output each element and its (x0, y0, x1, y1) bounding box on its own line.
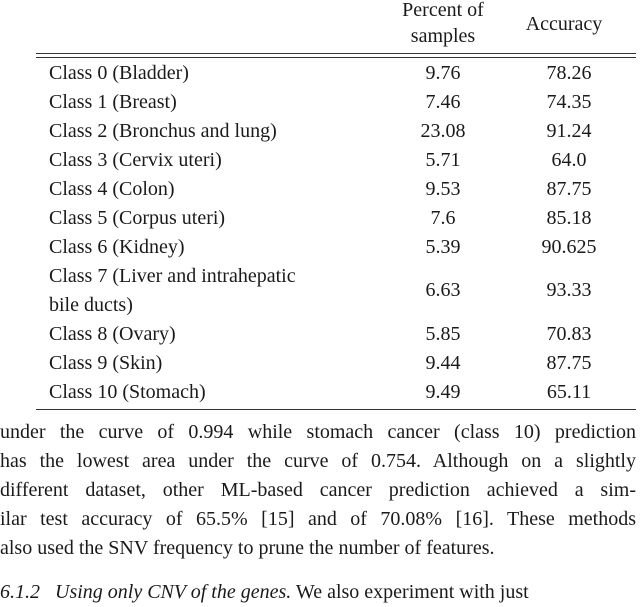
class-cell: Class 5 (Corpus uteri) (49, 207, 226, 229)
percent-cell: 9.49 (425, 381, 461, 403)
table-bottom-rule (36, 409, 636, 410)
class-cell-line1: Class 7 (Liver and intrahepatic (49, 265, 296, 287)
accuracy-cell: 65.11 (546, 381, 592, 403)
subsection-text: We also experiment with just (295, 581, 529, 603)
body-paragraph: under the curve of 0.994 while stomach c… (0, 418, 640, 563)
class-cell: Class 4 (Colon) (49, 178, 175, 200)
subsection-number: 6.1.2 (0, 581, 40, 603)
accuracy-cell: 85.18 (546, 207, 592, 229)
accuracy-cell: 70.83 (546, 323, 592, 345)
percent-cell: 6.63 (425, 279, 461, 301)
paragraph-line: has the lowest area under the curve of 0… (0, 450, 636, 472)
class-cell: Class 1 (Breast) (49, 91, 177, 113)
class-cell-line2: bile ducts) (49, 294, 133, 316)
percent-cell: 9.76 (425, 62, 461, 84)
percent-cell: 23.08 (420, 120, 466, 142)
percent-cell: 9.44 (425, 352, 461, 374)
paragraph-line: under the curve of 0.994 while stomach c… (0, 421, 636, 443)
header-percent-line1: Percent of (402, 0, 484, 21)
percent-cell: 7.46 (425, 91, 461, 113)
paragraph-line: ilar test accuracy of 65.5% [15] and of … (0, 508, 636, 530)
header-rule-bottom (36, 57, 636, 58)
subsection-title: Using only CNV of the genes. (55, 581, 292, 603)
subsection-heading: 6.1.2 Using only CNV of the genes. We al… (0, 578, 529, 607)
results-table: Percent of samples Accuracy Class 0 (Bla… (36, 0, 636, 410)
percent-cell: 5.39 (425, 236, 461, 258)
percent-cell: 7.6 (430, 207, 456, 229)
header-percent-line2: samples (410, 25, 476, 47)
percent-cell: 9.53 (425, 178, 461, 200)
class-cell: Class 8 (Ovary) (49, 323, 176, 345)
accuracy-cell: 64.0 (551, 149, 587, 171)
accuracy-cell: 78.26 (546, 62, 592, 84)
header-accuracy: Accuracy (525, 13, 603, 35)
accuracy-cell: 87.75 (546, 352, 592, 374)
accuracy-cell: 91.24 (546, 120, 592, 142)
accuracy-cell: 90.625 (541, 236, 597, 258)
header-rule-top (36, 53, 636, 54)
class-cell: Class 3 (Cervix uteri) (49, 149, 222, 171)
accuracy-cell: 87.75 (546, 178, 592, 200)
percent-cell: 5.85 (425, 323, 461, 345)
table-header: Percent of samples Accuracy (36, 0, 636, 52)
class-cell: Class 6 (Kidney) (49, 236, 185, 258)
class-cell: Class 0 (Bladder) (49, 62, 189, 84)
paragraph-line: different dataset, other ML-based cancer… (0, 479, 636, 501)
header-percent-of-samples: Percent of samples (372, 0, 514, 49)
accuracy-cell: 93.33 (546, 279, 592, 301)
class-cell: Class 9 (Skin) (49, 352, 163, 374)
class-cell: Class 2 (Bronchus and lung) (49, 120, 277, 142)
percent-cell: 5.71 (425, 149, 461, 171)
accuracy-cell: 74.35 (546, 91, 592, 113)
class-cell: Class 10 (Stomach) (49, 381, 206, 403)
paragraph-line: also used the SNV frequency to prune the… (0, 537, 495, 559)
